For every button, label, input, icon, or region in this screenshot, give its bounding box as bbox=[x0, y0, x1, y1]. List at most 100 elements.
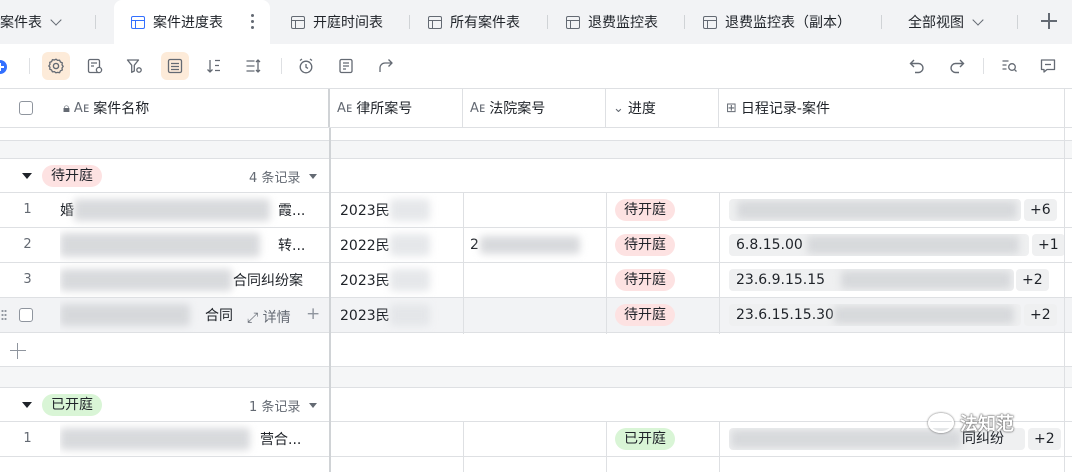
row-height-icon[interactable] bbox=[239, 52, 267, 80]
more-records-badge[interactable]: +2 bbox=[1024, 304, 1057, 326]
comment-icon[interactable] bbox=[1034, 52, 1062, 80]
tab-case-progress[interactable]: 案件进度表 bbox=[114, 0, 270, 44]
reminder-icon[interactable] bbox=[292, 52, 320, 80]
column-divider bbox=[606, 422, 607, 472]
settings-icon[interactable] bbox=[42, 52, 70, 80]
column-header-firm-case-no[interactable]: Aᴇ 律所案号 bbox=[330, 89, 463, 127]
more-records-badge[interactable]: +2 bbox=[1028, 428, 1061, 450]
toolbar-divider bbox=[281, 58, 282, 74]
drag-handle-icon[interactable] bbox=[1, 309, 7, 321]
view-tab-bar: 案件表 案件进度表 开庭时间表 所有案件表 退费监控表 退费监控表（副本） 全部… bbox=[0, 0, 1072, 44]
tab-refund-monitor-copy[interactable]: 退费监控表（副本） bbox=[703, 0, 851, 44]
form-icon[interactable] bbox=[332, 52, 360, 80]
group-header-pending[interactable]: 待开庭 4 条记录 bbox=[0, 159, 1072, 193]
row-number: 2 bbox=[23, 237, 32, 252]
add-icon[interactable] bbox=[0, 60, 7, 74]
more-records-badge[interactable]: +6 bbox=[1024, 199, 1057, 221]
column-divider bbox=[1064, 88, 1065, 472]
sort-icon[interactable] bbox=[200, 52, 228, 80]
case-name-suffix: 合同纠纷案 bbox=[233, 273, 303, 289]
share-icon[interactable] bbox=[372, 52, 400, 80]
redacted-text bbox=[731, 430, 961, 448]
column-header-schedule[interactable]: ⊞ 日程记录-案件 bbox=[719, 89, 1065, 127]
firm-case-no-cell[interactable]: 2023民 bbox=[340, 263, 463, 297]
filter-icon[interactable] bbox=[120, 52, 148, 80]
schedule-text: 6.8.15.00 bbox=[736, 237, 803, 253]
court-case-no-cell[interactable] bbox=[463, 263, 606, 297]
court-case-no-cell[interactable] bbox=[463, 193, 606, 227]
column-label: 律所案号 bbox=[356, 101, 413, 117]
grid-view-icon bbox=[566, 15, 580, 29]
status-tag[interactable]: 已开庭 bbox=[615, 428, 675, 450]
add-view-icon[interactable] bbox=[1040, 12, 1058, 30]
tab-hearing-schedule[interactable]: 开庭时间表 bbox=[291, 0, 383, 44]
court-case-no-cell[interactable]: 2 bbox=[470, 228, 606, 262]
status-tag[interactable]: 待开庭 bbox=[615, 234, 675, 256]
expand-record-button[interactable]: ⤢ 详情 bbox=[247, 307, 291, 327]
schedule-chip[interactable]: 6.8.15.00 bbox=[729, 234, 1029, 256]
court-case-no-cell[interactable] bbox=[463, 422, 606, 456]
field-settings-icon[interactable] bbox=[81, 52, 109, 80]
collapse-group-icon[interactable] bbox=[22, 173, 32, 179]
row-number: 1 bbox=[23, 431, 32, 446]
tab-all-cases[interactable]: 所有案件表 bbox=[428, 0, 520, 44]
redacted-text bbox=[60, 233, 260, 257]
redacted-text bbox=[390, 234, 430, 256]
firm-case-no-cell[interactable]: 2023民 bbox=[340, 193, 463, 227]
text-field-icon: Aᴇ bbox=[470, 100, 486, 116]
group-icon[interactable] bbox=[161, 52, 189, 80]
undo-icon[interactable] bbox=[903, 52, 931, 80]
schedule-chip[interactable]: 23.6.15.15.30 bbox=[729, 304, 1021, 326]
search-icon[interactable] bbox=[995, 52, 1023, 80]
column-label: 进度 bbox=[627, 101, 656, 117]
case-name-cell[interactable]: 婚 霞... bbox=[60, 193, 330, 227]
grid-view-icon bbox=[291, 15, 305, 29]
redacted-text bbox=[60, 428, 250, 450]
more-records-badge[interactable]: +1 bbox=[1032, 234, 1065, 256]
caret-down-icon[interactable] bbox=[309, 174, 317, 179]
more-records-badge[interactable]: +2 bbox=[1016, 269, 1049, 291]
group-header-done[interactable]: 已开庭 1 条记录 bbox=[0, 388, 1072, 422]
group-gap bbox=[0, 140, 1072, 159]
column-divider bbox=[606, 193, 607, 334]
tab-refund-monitor[interactable]: 退费监控表 bbox=[566, 0, 658, 44]
table-row[interactable]: 合同 ⤢ 详情 + 2023民 待开庭 23.6.15.15.30 +2 bbox=[0, 298, 1072, 333]
row-checkbox[interactable] bbox=[19, 308, 33, 322]
court-case-no-cell[interactable] bbox=[463, 298, 606, 332]
status-tag[interactable]: 待开庭 bbox=[615, 304, 675, 326]
redacted-text bbox=[390, 304, 430, 326]
firm-case-no-cell[interactable]: 2023民 bbox=[340, 298, 463, 332]
court-case-no-text: 2 bbox=[470, 237, 479, 253]
table-row[interactable]: 1 婚 霞... 2023民 待开庭 +6 bbox=[0, 193, 1072, 228]
more-options-icon[interactable] bbox=[251, 14, 254, 29]
redacted-text bbox=[60, 304, 190, 326]
firm-case-no-cell[interactable]: 2022民 bbox=[340, 228, 463, 262]
add-icon[interactable]: + bbox=[306, 304, 320, 324]
redacted-text bbox=[60, 269, 232, 291]
schedule-chip[interactable] bbox=[729, 199, 1021, 221]
tab-case-table[interactable]: 案件表 bbox=[0, 0, 62, 44]
table-row[interactable]: 1 营合... 已开庭 同纠纷 +2 bbox=[0, 422, 1072, 457]
add-record-row[interactable] bbox=[0, 333, 1072, 367]
column-header-court-case-no[interactable]: Aᴇ 法院案号 bbox=[463, 89, 606, 127]
case-name-cell[interactable]: 营合... bbox=[60, 422, 330, 456]
column-header-progress[interactable]: ⌄ 进度 bbox=[606, 89, 719, 127]
case-name-cell[interactable]: 合同纠纷案 bbox=[60, 263, 330, 297]
caret-down-icon[interactable] bbox=[309, 403, 317, 408]
text-field-icon: Aᴇ bbox=[73, 100, 90, 116]
firm-case-no-cell[interactable] bbox=[340, 422, 463, 456]
select-all-checkbox[interactable] bbox=[19, 101, 33, 115]
column-header-case-name[interactable]: 🔒︎ Aᴇ 案件名称 bbox=[55, 89, 330, 127]
group-record-count: 1 条记录 bbox=[249, 400, 301, 415]
add-record-icon[interactable] bbox=[10, 343, 26, 359]
case-name-cell[interactable]: 转... bbox=[60, 228, 330, 262]
table-row[interactable]: 2 转... 2022民 2 待开庭 6.8.15.00 +1 bbox=[0, 228, 1072, 263]
status-tag[interactable]: 待开庭 bbox=[615, 199, 675, 221]
table-row[interactable]: 3 合同纠纷案 2023民 待开庭 23.6.9.15.15 +2 bbox=[0, 263, 1072, 298]
status-tag[interactable]: 待开庭 bbox=[615, 269, 675, 291]
collapse-group-icon[interactable] bbox=[22, 402, 32, 408]
redo-icon[interactable] bbox=[943, 52, 971, 80]
chevron-down-icon[interactable] bbox=[50, 13, 62, 26]
tab-all-views[interactable]: 全部视图 bbox=[908, 0, 984, 44]
schedule-chip[interactable]: 23.6.9.15.15 bbox=[729, 269, 1014, 291]
